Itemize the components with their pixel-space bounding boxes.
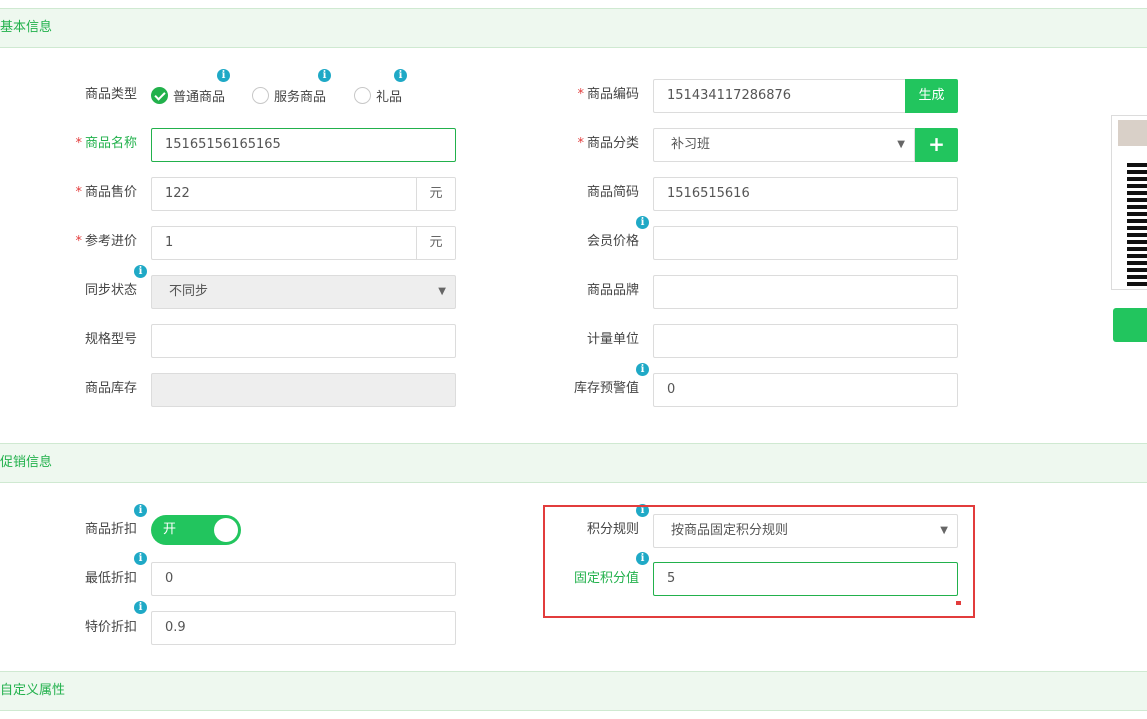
section-title: 自定义属性 [0, 683, 66, 698]
info-icon[interactable]: i [217, 69, 230, 82]
stock-input [151, 373, 456, 407]
section-header-promo: 促销信息 [0, 443, 1147, 483]
section-header-basic: 基本信息 [0, 8, 1147, 48]
chevron-down-icon: ▼ [897, 139, 905, 150]
category-select[interactable]: 补习班 ▼ [653, 128, 915, 162]
qr-code-icon [1127, 162, 1147, 286]
stock-warning-input[interactable]: 0 [653, 373, 958, 407]
toggle-knob [214, 518, 238, 542]
info-icon[interactable]: i [134, 552, 147, 565]
radio-service-product[interactable]: 服务商品 [252, 85, 326, 105]
spec-label: 规格型号 [84, 332, 137, 347]
brand-label: 商品品牌 [586, 283, 639, 298]
side-action-button[interactable] [1113, 308, 1147, 342]
product-thumbnail [1118, 120, 1147, 146]
generate-code-button[interactable]: 生成 [905, 79, 958, 113]
sale-price-input[interactable]: 122 元 [151, 177, 456, 211]
info-icon[interactable]: i [134, 504, 147, 517]
stock-label: 商品库存 [84, 381, 137, 396]
highlight-annotation-box [543, 505, 975, 618]
section-header-custom: 自定义属性 [0, 671, 1147, 711]
discount-label: 商品折扣 [84, 522, 137, 537]
annotation-mark [956, 601, 961, 605]
sale-price-label: * 商品售价 [75, 185, 137, 200]
section-title: 基本信息 [0, 20, 53, 35]
add-category-button[interactable]: + [915, 128, 958, 162]
member-price-input[interactable] [653, 226, 958, 260]
radio-checked-icon[interactable] [151, 86, 168, 104]
sync-status-label: 同步状态 [84, 283, 137, 298]
info-icon[interactable]: i [636, 216, 649, 229]
stock-warning-label: 库存预警值 [573, 381, 639, 396]
section-title: 促销信息 [0, 455, 53, 470]
brand-input[interactable] [653, 275, 958, 309]
info-icon[interactable]: i [318, 69, 331, 82]
member-price-label: 会员价格 [586, 234, 639, 249]
special-discount-input[interactable]: 0.9 [151, 611, 456, 645]
radio-gift[interactable]: 礼品 [354, 85, 402, 105]
category-label: * 商品分类 [577, 136, 639, 151]
radio-unchecked-icon[interactable] [252, 86, 269, 104]
price-unit: 元 [416, 178, 455, 210]
shortcode-label: 商品简码 [586, 185, 639, 200]
unit-label: 计量单位 [586, 332, 639, 347]
radio-unchecked-icon[interactable] [354, 86, 371, 104]
radio-normal-product[interactable]: 普通商品 [151, 85, 225, 105]
info-icon[interactable]: i [134, 601, 147, 614]
product-name-label: * 商品名称 [75, 136, 137, 151]
plus-icon: + [928, 132, 945, 156]
cost-price-input[interactable]: 1 元 [151, 226, 456, 260]
min-discount-input[interactable]: 0 [151, 562, 456, 596]
product-name-input[interactable]: 15165156165165 [151, 128, 456, 162]
spec-input[interactable] [151, 324, 456, 358]
chevron-down-icon: ▼ [438, 286, 446, 297]
unit-input[interactable] [653, 324, 958, 358]
product-code-label: * 商品编码 [577, 87, 639, 102]
discount-toggle[interactable]: 开 [151, 515, 241, 545]
info-icon[interactable]: i [394, 69, 407, 82]
sync-status-select[interactable]: 不同步 ▼ [151, 275, 456, 309]
info-icon[interactable]: i [134, 265, 147, 278]
min-discount-label: 最低折扣 [84, 571, 137, 586]
cost-price-label: * 参考进价 [75, 234, 137, 249]
cost-unit: 元 [416, 227, 455, 259]
product-code-input[interactable]: 151434117286876 [653, 79, 906, 113]
side-preview-panel[interactable] [1111, 115, 1147, 290]
special-discount-label: 特价折扣 [84, 620, 137, 635]
shortcode-input[interactable]: 1516515616 [653, 177, 958, 211]
info-icon[interactable]: i [636, 363, 649, 376]
product-type-label: 商品类型 [84, 87, 137, 102]
